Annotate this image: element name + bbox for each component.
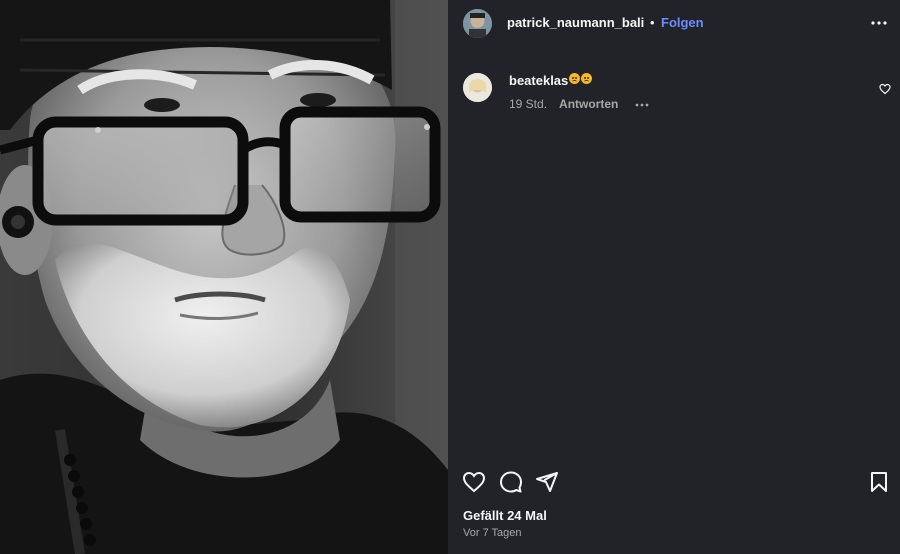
comment-username[interactable]: beateklas	[509, 73, 568, 88]
owner-avatar[interactable]	[463, 9, 492, 38]
comment-meta: 19 Std. Antworten	[509, 97, 650, 111]
reply-button[interactable]: Antworten	[559, 97, 618, 111]
separator-dot: •	[650, 15, 655, 30]
bookmark-icon[interactable]	[867, 470, 891, 494]
owner-username[interactable]: patrick_naumann_bali	[507, 15, 644, 30]
post-modal: patrick_naumann_bali • Folgen beateklas …	[0, 0, 900, 554]
worried-face-emoji	[569, 73, 580, 84]
post-details-panel: patrick_naumann_bali • Folgen beateklas …	[448, 0, 900, 554]
post-timestamp: Vor 7 Tagen	[463, 527, 522, 539]
portrait-photo	[0, 0, 448, 554]
post-header: patrick_naumann_bali • Folgen	[448, 0, 900, 46]
comment-more-icon[interactable]	[634, 99, 650, 109]
follow-button[interactable]: Folgen	[661, 15, 704, 30]
like-count[interactable]: Gefällt 24 Mal	[463, 508, 547, 523]
comment-text	[569, 73, 592, 84]
commenter-avatar[interactable]	[463, 73, 492, 102]
more-options-icon[interactable]	[870, 16, 888, 30]
comment-time: 19 Std.	[509, 97, 548, 111]
worried-face-emoji	[581, 73, 592, 84]
comment-bubble-icon[interactable]	[499, 470, 523, 494]
paper-plane-icon[interactable]	[535, 470, 559, 494]
comment-heart-icon[interactable]	[879, 82, 891, 95]
heart-icon[interactable]	[462, 470, 486, 494]
post-photo[interactable]	[0, 0, 448, 554]
